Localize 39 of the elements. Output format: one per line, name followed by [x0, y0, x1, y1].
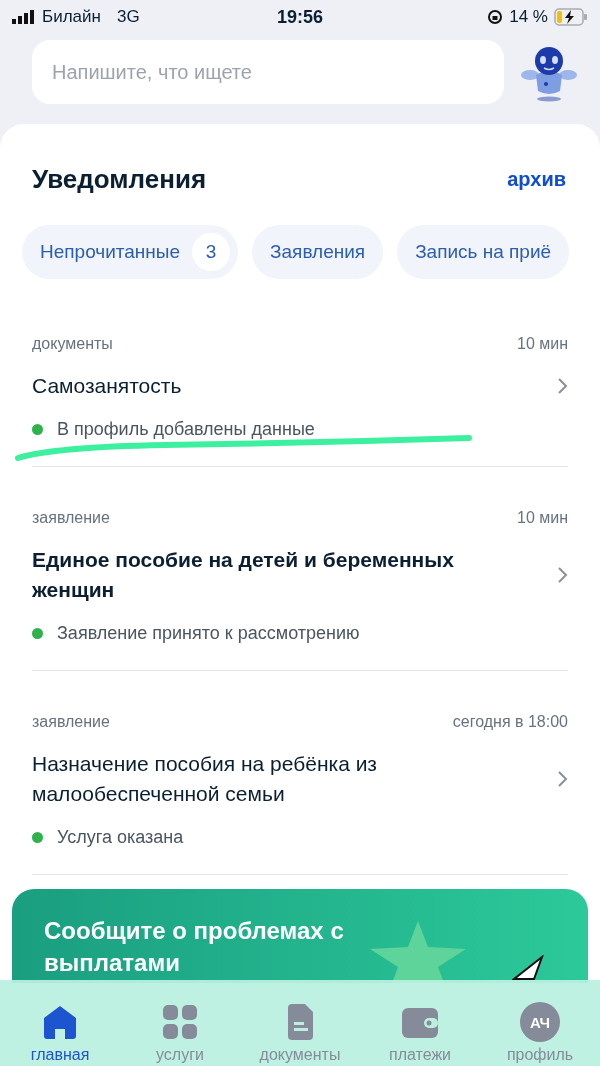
notification-title[interactable]: Назначение пособия на ребёнка из малообеспеченной семьи	[32, 749, 522, 809]
notification-time: сегодня в 18:00	[452, 713, 568, 731]
notification-status: В профиль добавлены данные	[57, 419, 315, 440]
chevron-right-icon	[556, 566, 568, 584]
filter-chip[interactable]: Заявления	[252, 225, 384, 279]
signal-icon	[12, 10, 36, 24]
filter-chip[interactable]: Непрочитанные 3	[22, 225, 239, 279]
promo-banner[interactable]: Сообщите о проблемах с выплатами	[12, 889, 588, 983]
notification-time: 10 мин	[517, 335, 568, 353]
section-title: Уведомления	[32, 164, 207, 195]
grid-icon	[160, 1002, 200, 1042]
notification-status: Услуга оказана	[57, 827, 184, 848]
notification-category: заявление	[32, 509, 110, 527]
archive-link[interactable]: архив	[507, 168, 566, 191]
banner-text: Сообщите о проблемах с выплатами	[44, 916, 345, 978]
notification-title[interactable]: Единое пособие на детей и беременных женщин	[32, 545, 522, 605]
nav-tab[interactable]: главная	[0, 1002, 120, 1064]
chip-label: Непрочитанные	[40, 241, 181, 263]
notification-category: документы	[32, 335, 113, 353]
chip-label: Заявления	[270, 241, 366, 263]
carrier-name: Билайн	[42, 7, 101, 27]
battery-percent: 14 %	[509, 7, 548, 27]
network-type: 3G	[116, 7, 140, 27]
rotation-lock-icon	[487, 9, 504, 25]
nav-tab[interactable]: АЧ профиль	[480, 1002, 600, 1064]
chip-label: Запись на приё	[415, 241, 552, 263]
battery-charging-icon	[554, 8, 588, 26]
notification-title[interactable]: Самозанятость	[32, 371, 182, 401]
profile-avatar: АЧ	[520, 1002, 560, 1042]
chevron-right-icon	[556, 377, 568, 395]
chevron-right-icon	[556, 770, 568, 788]
notification-category: заявление	[32, 713, 110, 731]
notification-time: 10 мин	[517, 509, 568, 527]
search-field[interactable]: Напишите, что ищете	[32, 40, 504, 104]
clock: 19:56	[276, 6, 323, 28]
star-icon	[368, 921, 468, 983]
notification-status: Заявление принято к рассмотрению	[57, 623, 360, 644]
unread-count: 3	[192, 233, 231, 271]
filter-chip[interactable]: Запись на приё	[397, 225, 570, 279]
